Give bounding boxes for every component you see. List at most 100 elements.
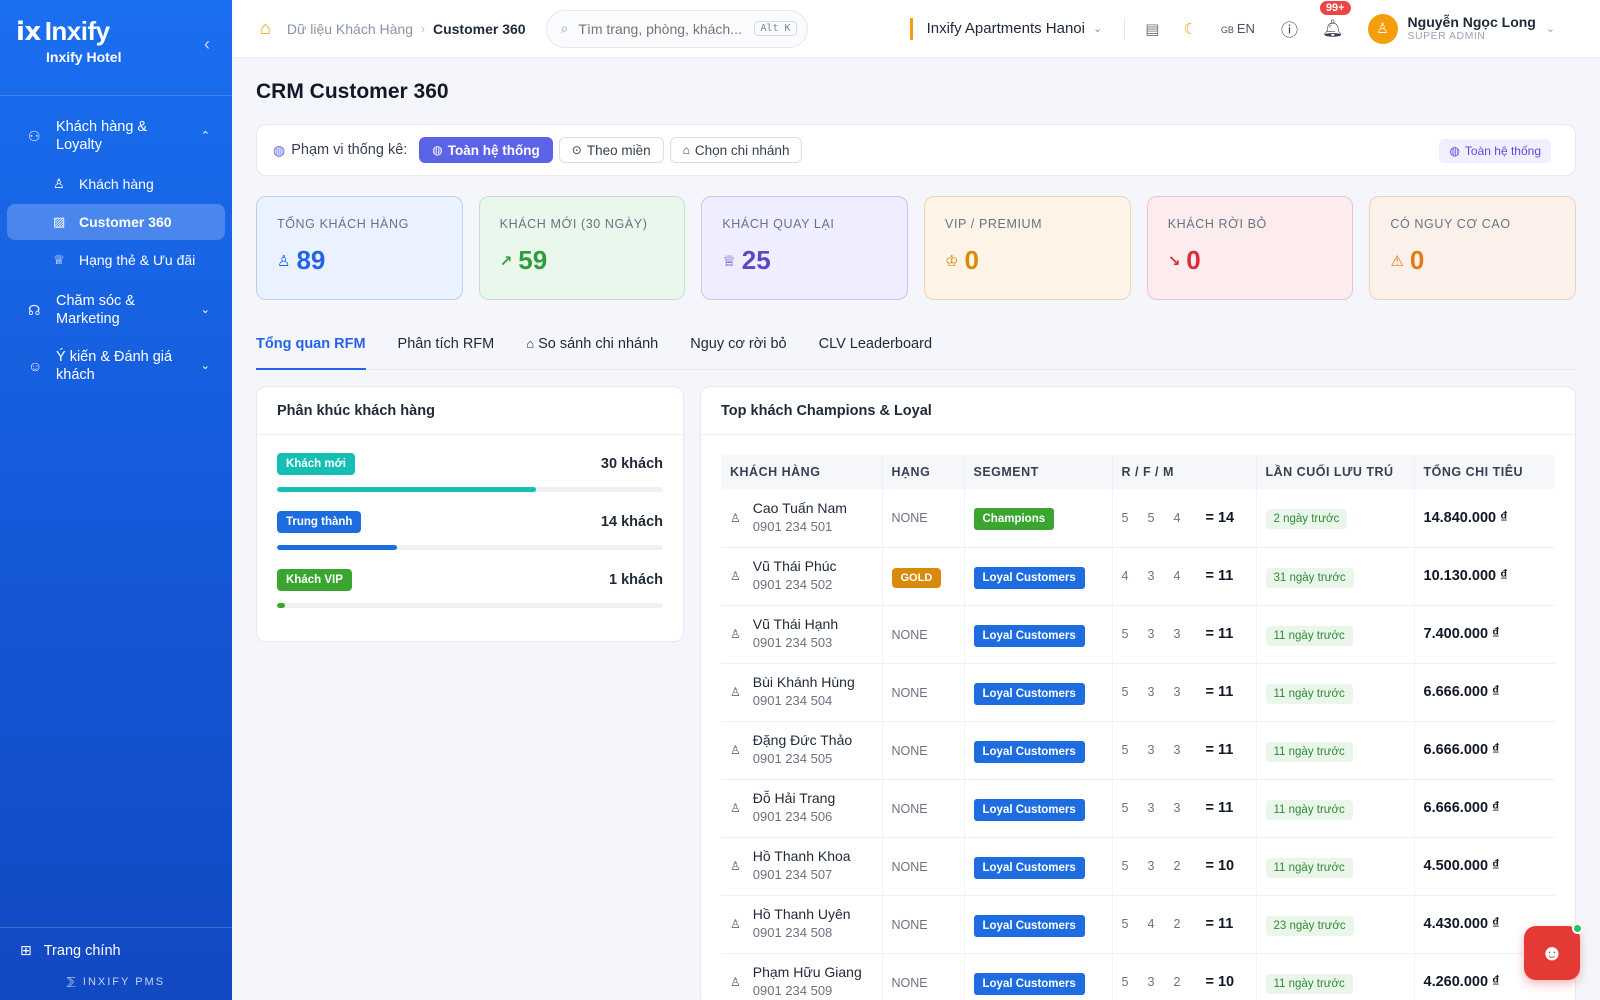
cell-customer: ♙ Hồ Thanh Khoa 0901 234 507 <box>721 837 883 896</box>
rfm-r: 5 <box>1121 917 1129 931</box>
brand: ⅸ Inxify Inxify Hotel ‹ <box>0 0 232 96</box>
list-icon[interactable]: ▤ <box>1145 20 1159 38</box>
user-icon: ♙ <box>1376 20 1389 36</box>
customer-name[interactable]: Hồ Thanh Khoa <box>753 847 851 865</box>
tier-text: NONE <box>891 743 928 758</box>
column-header[interactable]: SEGMENT <box>964 455 1113 489</box>
segment-card: Phân khúc khách hàng Khách mới 30 khách Tr… <box>256 386 684 642</box>
table-row[interactable]: ♙ Đặng Đức Thảo 0901 234 505 NONE Loyal Cust… <box>721 721 1555 780</box>
column-header[interactable]: LẦN CUỐI LƯU TRÚ <box>1256 455 1415 489</box>
table-row[interactable]: ♙ Hồ Thanh Uyên 0901 234 508 NONE Loyal Cust… <box>721 895 1555 954</box>
table-row[interactable]: ♙ Đỗ Hải Trang 0901 234 506 NONE Loyal Custo… <box>721 779 1555 838</box>
moon-icon[interactable]: ☾ <box>1183 20 1196 38</box>
collapse-sidebar-icon[interactable]: ‹ <box>204 34 210 55</box>
flag-label: GB <box>1220 25 1234 35</box>
column-header[interactable]: HẠNG <box>882 455 965 489</box>
nav-group-label: Khách hàng & Loyalty <box>56 119 148 153</box>
last-stay-badge: 23 ngày trước <box>1265 915 1354 936</box>
globe-icon: ◍ <box>273 141 286 158</box>
total-spend: 4.260.000 ₫ <box>1423 974 1500 990</box>
home-icon[interactable]: ⌂ <box>260 18 271 39</box>
tab-branch-compare[interactable]: ⌂ So sánh chi nhánh <box>526 328 658 370</box>
scope-option-region[interactable]: ⊙ Theo miền <box>558 137 664 163</box>
table-row[interactable]: ♙ Vũ Thái Hạnh 0901 234 503 NONE Loyal Custo… <box>721 605 1555 664</box>
global-search[interactable]: ⌕ Alt K <box>545 9 808 48</box>
stat-value: 0 <box>1409 245 1425 275</box>
segment-badge: Loyal Customers <box>973 798 1085 821</box>
customer-name[interactable]: Vũ Thái Hạnh <box>753 615 838 633</box>
sidebar-item-tiers-offers[interactable]: ♕ Hạng thẻ & Ưu đãi <box>7 242 225 278</box>
customer-name[interactable]: Hồ Thanh Uyên <box>753 905 851 923</box>
stat-value: 59 <box>518 245 548 275</box>
customer-name[interactable]: Phạm Hữu Giang <box>753 963 862 981</box>
language-code: EN <box>1236 21 1255 36</box>
segment-badge: Loyal Customers <box>973 856 1085 879</box>
customer-name[interactable]: Bùi Khánh Hùng <box>753 673 855 691</box>
nav-group-customers-loyalty[interactable]: ⚇ Khách hàng & Loyalty ⌃ <box>0 108 232 164</box>
chevron-down-icon[interactable]: ⌄ <box>1546 22 1555 35</box>
home-link-label: Trang chính <box>43 942 121 959</box>
stat-high-risk: CÓ NGUY CƠ CAO ⚠ 0 <box>1369 196 1577 300</box>
customer-name[interactable]: Đỗ Hải Trang <box>753 789 835 807</box>
trend-down-icon: ↘ <box>1167 252 1181 270</box>
table-row[interactable]: ♙ Bùi Khánh Hùng 0901 234 504 NONE Loyal Cus… <box>721 663 1555 722</box>
search-input[interactable] <box>578 20 755 37</box>
globe-icon: ◍ <box>432 143 443 157</box>
stat-churned: KHÁCH RỜI BỎ ↘ 0 <box>1146 196 1354 300</box>
rfm-total: = 10 <box>1205 974 1235 990</box>
sidebar-item-customer-360[interactable]: ▨ Customer 360 <box>7 204 225 240</box>
avatar[interactable]: ♙ <box>1367 13 1398 44</box>
sidebar-item-label: Khách hàng <box>79 176 154 192</box>
user-menu[interactable]: Nguyễn Ngọc Long SUPER ADMIN <box>1408 15 1536 43</box>
cell-tier: NONE <box>882 489 965 548</box>
user-icon: ♙ <box>730 917 741 931</box>
tier-text: NONE <box>891 511 928 526</box>
tier-text: NONE <box>891 627 928 642</box>
tab-churn-risk[interactable]: Nguy cơ rời bỏ <box>690 328 786 370</box>
rfm-m: 2 <box>1173 917 1181 931</box>
card-title: Phân khúc khách hàng <box>257 387 683 435</box>
cell-tier: NONE <box>882 837 965 896</box>
user-icon: ♙ <box>730 627 741 641</box>
customer-name[interactable]: Vũ Thái Phúc <box>753 557 837 575</box>
nav-group-feedback-reviews[interactable]: ☺ Ý kiến & Đánh giá khách ⌄ <box>0 338 232 394</box>
column-header[interactable]: TỔNG CHI TIÊU <box>1414 455 1555 489</box>
cell-total-spend: 6.666.000 ₫ <box>1414 663 1555 722</box>
column-header[interactable]: KHÁCH HÀNG <box>721 455 883 489</box>
rfm-f: 3 <box>1147 859 1155 873</box>
page-title: CRM Customer 360 <box>256 80 449 103</box>
brand-logo-text: Inxify <box>44 16 110 46</box>
pms-logo-icon: ⅀ <box>66 976 78 988</box>
customer-name[interactable]: Đặng Đức Thảo <box>753 731 852 749</box>
brand-logo[interactable]: ⅸ Inxify <box>16 16 216 47</box>
table-row[interactable]: ♙ Hồ Thanh Khoa 0901 234 507 NONE Loyal Cust… <box>721 837 1555 896</box>
help-icon[interactable]: ⓘ <box>1281 16 1298 41</box>
globe-icon: ◍ <box>1449 144 1460 158</box>
chatbot-button[interactable]: ☻ <box>1524 923 1583 980</box>
table-row[interactable]: ♙ Cao Tuấn Nam 0901 234 501 NONE Champions 5 5… <box>721 489 1555 548</box>
home-link[interactable]: ⊞ Trang chính <box>0 928 232 965</box>
scope-option-branch[interactable]: ⌂ Chọn chi nhánh <box>669 137 803 163</box>
branch-selector[interactable]: Inxify Apartments Hanoi ⌄ <box>909 17 1102 40</box>
column-header[interactable]: R / F / M <box>1112 455 1257 489</box>
tab-clv-leaderboard[interactable]: CLV Leaderboard <box>819 328 932 370</box>
tab-rfm-overview[interactable]: Tổng quan RFM <box>256 328 366 370</box>
table-row[interactable]: ♙ Phạm Hữu Giang 0901 234 509 NONE Loyal Cus… <box>721 953 1555 1000</box>
tab-rfm-analysis[interactable]: Phân tích RFM <box>398 328 495 370</box>
scope-option-system[interactable]: ◍ Toàn hệ thống <box>419 137 553 163</box>
language-switch[interactable]: GB EN <box>1221 21 1255 36</box>
segment-badge: Loyal Customers <box>973 972 1085 995</box>
user-icon: ♙ <box>730 859 741 873</box>
cell-tier: NONE <box>882 953 965 1000</box>
customer-name[interactable]: Cao Tuấn Nam <box>753 499 847 517</box>
stat-value: 25 <box>741 245 771 275</box>
notifications-button[interactable]: 🔔︎ 99+ <box>1319 0 1351 39</box>
cell-rfm: 5 3 3 = 11 <box>1112 663 1257 722</box>
nav-group-care-marketing[interactable]: ☊ Chăm sóc & Marketing ⌄ <box>0 282 232 338</box>
table-row[interactable]: ♙ Vũ Thái Phúc 0901 234 502 GOLD Loyal Custo… <box>721 547 1555 606</box>
rfm-f: 3 <box>1147 801 1155 815</box>
tab-label: Phân tích RFM <box>397 336 495 352</box>
sidebar-item-customers[interactable]: ♙ Khách hàng <box>7 166 225 202</box>
breadcrumb-item[interactable]: Dữ liệu Khách Hàng <box>287 21 413 37</box>
scope-option-label: Theo miền <box>586 142 651 158</box>
